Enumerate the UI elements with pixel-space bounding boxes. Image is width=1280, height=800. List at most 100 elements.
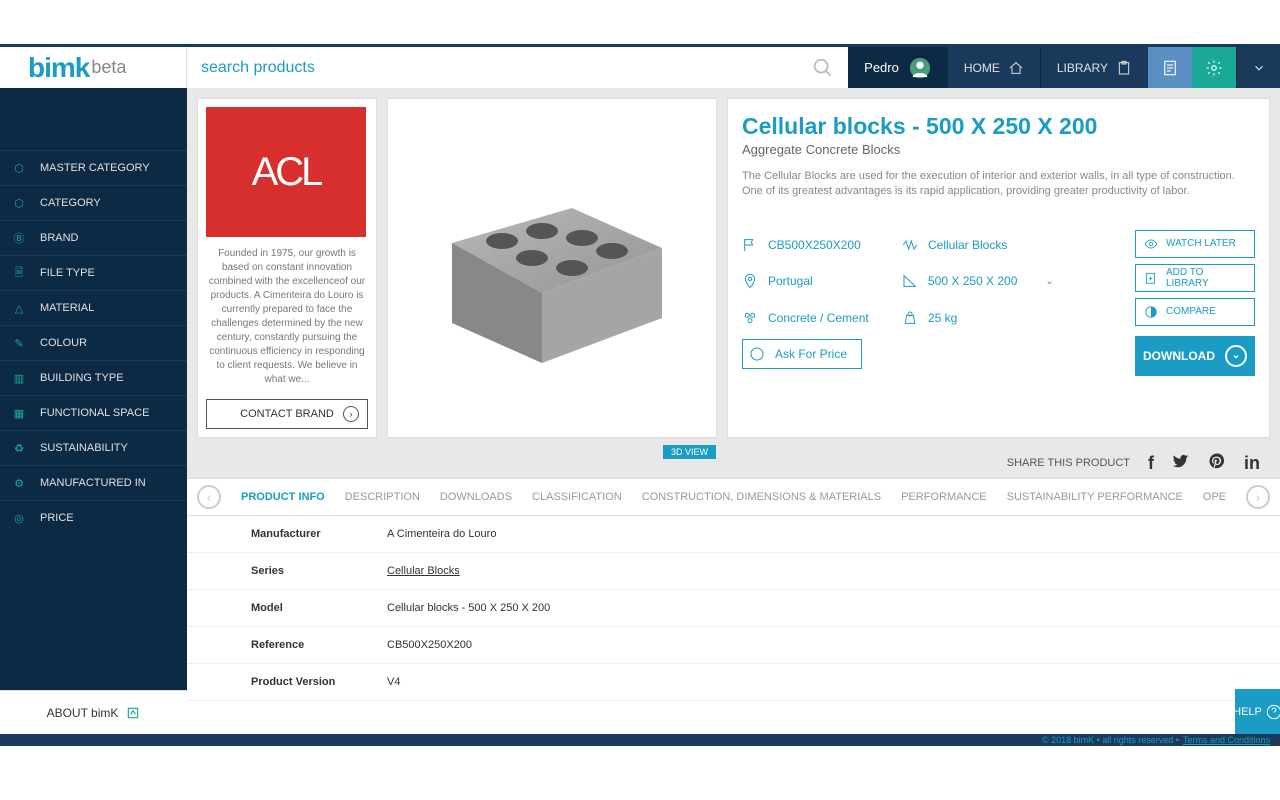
terms-link[interactable]: Terms and Conditions — [1183, 735, 1270, 745]
content-area: ACL Founded in 1975, our growth is based… — [187, 88, 1280, 734]
tab-product-info[interactable]: PRODUCT INFO — [241, 491, 325, 503]
sidebar-icon: ⬡ — [12, 161, 26, 175]
sidebar-item-file-type[interactable]: 🗎 FILE TYPE — [0, 255, 187, 290]
table-key: Product Version — [187, 676, 387, 688]
sidebar-item-label: CATEGORY — [40, 197, 101, 209]
nav-library[interactable]: LIBRARY — [1040, 47, 1148, 88]
product-description: The Cellular Blocks are used for the exe… — [742, 169, 1255, 200]
sidebar-item-label: FILE TYPE — [40, 267, 95, 279]
download-button[interactable]: DOWNLOAD ⌄ — [1135, 336, 1255, 376]
sidebar-icon: 🗎 — [12, 266, 26, 280]
sidebar-fill — [0, 535, 187, 690]
spec-reference-value: CB500X250X200 — [768, 238, 861, 252]
nav-dropdown-button[interactable] — [1236, 47, 1280, 88]
sidebar: ⬡ MASTER CATEGORY ⬡ CATEGORY ⒷBRAND 🗎 FILE TYP… — [0, 88, 187, 734]
eye-icon — [1144, 237, 1158, 251]
add-to-library-button[interactable]: ADD TO LIBRARY — [1135, 264, 1255, 292]
twitter-icon[interactable] — [1172, 452, 1190, 475]
spec-dimensions-value: 500 X 250 X 200 — [928, 274, 1017, 288]
tab-sustainability-performance[interactable]: SUSTAINABILITY PERFORMANCE — [1007, 491, 1183, 503]
table-key: Manufacturer — [187, 528, 387, 540]
header-bar: bimk beta Pedro HOME LIBRARY — [0, 44, 1280, 88]
sidebar-item-master-category[interactable]: ⬡ MASTER CATEGORY — [0, 150, 187, 185]
table-value[interactable]: Cellular Blocks — [387, 565, 460, 577]
3d-view-badge[interactable]: 3D VIEW — [663, 445, 716, 459]
spec-weight: 25 kg — [902, 303, 1062, 333]
weight-icon — [902, 310, 918, 326]
compare-button[interactable]: COMPARE — [1135, 298, 1255, 326]
table-key: Reference — [187, 639, 387, 651]
specs-grid: CB500X250X200 Cellular Blocks Portugal — [742, 230, 1135, 376]
ask-for-price-button[interactable]: Ask For Price — [742, 339, 862, 369]
price-icon — [749, 346, 765, 362]
product-subtitle: Aggregate Concrete Blocks — [742, 142, 1255, 157]
contact-brand-button[interactable]: CONTACT BRAND › — [206, 399, 368, 429]
product-info-table: ManufacturerA Cimenteira do LouroSeriesC… — [187, 516, 1280, 734]
sidebar-item-label: SUSTAINABILITY — [40, 442, 128, 454]
sidebar-icon: ⬡ — [12, 196, 26, 210]
pin-icon — [742, 273, 758, 289]
sidebar-icon: ♻ — [12, 441, 26, 455]
user-menu[interactable]: Pedro — [848, 47, 947, 88]
watch-later-button[interactable]: WATCH LATER — [1135, 230, 1255, 258]
pinterest-icon[interactable] — [1208, 452, 1226, 475]
product-info-card: Cellular blocks - 500 X 250 X 200 Aggreg… — [727, 98, 1270, 438]
sidebar-item-label: BRAND — [40, 232, 79, 244]
search-icon[interactable] — [812, 57, 834, 79]
about-link[interactable]: ABOUT bimK — [0, 690, 187, 734]
help-button[interactable]: HELP — [1235, 689, 1280, 734]
nav-home[interactable]: HOME — [947, 47, 1040, 88]
top-whitespace — [0, 0, 1280, 44]
table-row: SeriesCellular Blocks — [187, 553, 1280, 590]
sidebar-item-label: PRICE — [40, 512, 74, 524]
product-info-row: CB500X250X200 Cellular Blocks Portugal — [742, 230, 1255, 376]
sidebar-item-manufactured-in[interactable]: ⚙ MANUFACTURED IN — [0, 465, 187, 500]
watch-later-label: WATCH LATER — [1166, 238, 1236, 249]
actions-col: WATCH LATER ADD TO LIBRARY COMPARE DOWNL… — [1135, 230, 1255, 376]
download-label: DOWNLOAD — [1143, 349, 1215, 363]
nav-doc-button[interactable] — [1148, 47, 1192, 88]
sidebar-item-label: MASTER CATEGORY — [40, 162, 150, 174]
footer: © 2018 bimK • all rights reserved • Term… — [0, 734, 1280, 746]
sidebar-item-category[interactable]: ⬡ CATEGORY — [0, 185, 187, 220]
facebook-icon[interactable]: f — [1148, 453, 1154, 474]
brand-description: Founded in 1975, our growth is based on … — [206, 247, 368, 387]
sidebar-item-building-type[interactable]: ▥BUILDING TYPE — [0, 360, 187, 395]
search-input[interactable] — [201, 59, 812, 77]
logo[interactable]: bimk beta — [0, 47, 187, 88]
sidebar-icon: ⚙ — [12, 476, 26, 490]
tab-performance[interactable]: PERFORMANCE — [901, 491, 987, 503]
sidebar-item-price[interactable]: ◎PRICE — [0, 500, 187, 535]
tab-construction-dimensions-materials[interactable]: CONSTRUCTION, DIMENSIONS & MATERIALS — [642, 491, 881, 503]
tabs-next-button[interactable]: › — [1246, 485, 1270, 509]
product-top-row: ACL Founded in 1975, our growth is based… — [187, 88, 1280, 448]
sidebar-item-brand[interactable]: ⒷBRAND — [0, 220, 187, 255]
nav-settings-button[interactable] — [1192, 47, 1236, 88]
tabs-prev-button[interactable]: ‹ — [197, 485, 221, 509]
sidebar-icon: ▦ — [12, 406, 26, 420]
document-icon — [1161, 59, 1179, 77]
library-add-icon — [1144, 271, 1158, 285]
brand-logo: ACL — [206, 107, 366, 237]
tab-operations-maintenance[interactable]: OPERATIONS & MAINTENANCE — [1203, 491, 1226, 503]
tabs-row: ‹ PRODUCT INFO DESCRIPTION DOWNLOADS CLASSI… — [187, 478, 1280, 516]
spec-dimensions[interactable]: 500 X 250 X 200 ⌄ — [902, 266, 1062, 296]
sidebar-item-sustainability[interactable]: ♻ SUSTAINABILITY — [0, 430, 187, 465]
help-label: HELP — [1233, 706, 1262, 718]
material-icon — [742, 310, 758, 326]
tab-classification[interactable]: CLASSIFICATION — [532, 491, 622, 503]
download-arrow-icon: ⌄ — [1225, 345, 1247, 367]
linkedin-icon[interactable]: in — [1244, 453, 1260, 474]
home-icon — [1008, 60, 1024, 76]
sidebar-item-functional-space[interactable]: ▦FUNCTIONAL SPACE — [0, 395, 187, 430]
sidebar-item-material[interactable]: △MATERIAL — [0, 290, 187, 325]
sidebar-item-colour[interactable]: ✎COLOUR — [0, 325, 187, 360]
tab-downloads[interactable]: DOWNLOADS — [440, 491, 512, 503]
table-row: Product VersionV4 — [187, 664, 1280, 701]
user-avatar-icon — [909, 57, 931, 79]
share-row: SHARE THIS PRODUCT f in — [187, 448, 1280, 478]
sidebar-item-label: MANUFACTURED IN — [40, 477, 146, 489]
table-value: Cellular blocks - 500 X 250 X 200 — [387, 602, 550, 614]
tab-description[interactable]: DESCRIPTION — [345, 491, 420, 503]
spec-country-value: Portugal — [768, 274, 813, 288]
